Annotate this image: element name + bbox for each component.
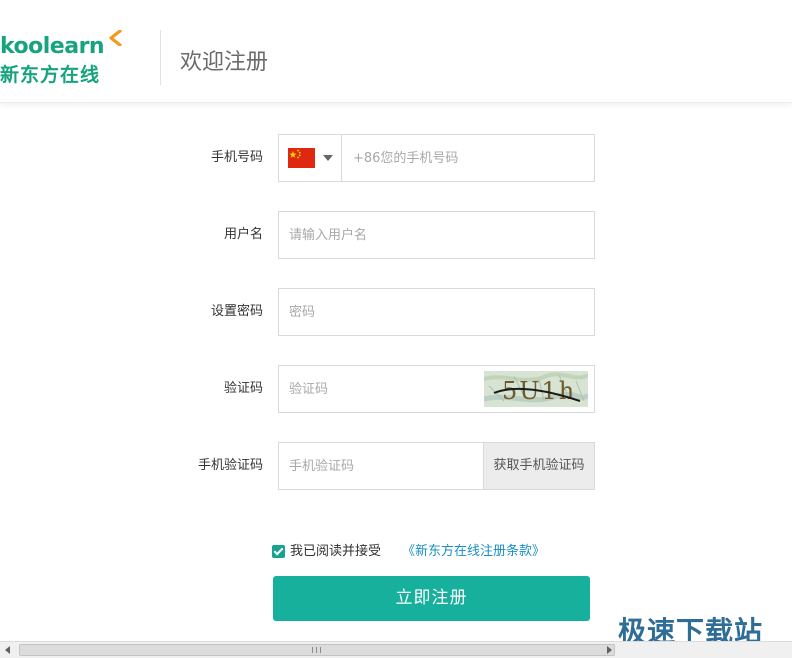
captcha-field: 5U1h — [278, 365, 595, 413]
password-row: 设置密码 — [0, 288, 792, 336]
get-sms-code-button[interactable]: 获取手机验证码 — [483, 443, 594, 489]
sms-label: 手机验证码 — [197, 458, 263, 473]
header-divider — [160, 30, 161, 85]
captcha-row: 验证码 5U1h — [0, 365, 792, 413]
sms-code-input[interactable] — [289, 443, 479, 489]
sms-field: 获取手机验证码 — [278, 442, 595, 490]
password-field — [278, 288, 595, 336]
scroll-left-arrow-icon[interactable] — [0, 642, 17, 658]
username-input[interactable] — [289, 212, 589, 258]
password-input[interactable] — [289, 289, 589, 335]
username-row: 用户名 — [0, 211, 792, 259]
scrollbar-grip-icon — [312, 647, 321, 653]
page-header: koolearn 新东方在线 欢迎注册 — [0, 0, 792, 103]
agreement-checkbox[interactable] — [272, 545, 285, 558]
scroll-right-arrow-icon[interactable] — [600, 642, 617, 658]
registration-page: koolearn 新东方在线 欢迎注册 手机号码 +86您的手机号码 用户名 请… — [0, 0, 792, 658]
username-field — [278, 211, 595, 259]
sms-row: 手机验证码 获取手机验证码 — [0, 442, 792, 490]
country-code-selector[interactable] — [279, 135, 342, 181]
horizontal-scrollbar[interactable] — [0, 641, 792, 658]
captcha-image[interactable]: 5U1h — [484, 371, 588, 407]
agreement-text: 我已阅读并接受 — [290, 544, 382, 559]
scrollbar-thumb[interactable] — [19, 644, 615, 656]
china-flag-icon — [288, 148, 315, 168]
koolearn-logo[interactable]: koolearn 新东方在线 — [0, 30, 125, 90]
password-label: 设置密码 — [210, 304, 263, 319]
logo-text-cn: 新东方在线 — [0, 64, 101, 86]
phone-row: 手机号码 — [0, 134, 792, 182]
terms-link[interactable]: 《新东方在线注册条款》 — [402, 543, 545, 561]
captcha-label: 验证码 — [223, 381, 263, 396]
phone-label: 手机号码 — [210, 150, 263, 165]
logo-chevron-icon — [109, 30, 122, 46]
page-title: 欢迎注册 — [180, 50, 269, 75]
logo-text-en: koolearn — [0, 34, 105, 59]
chevron-down-icon — [323, 155, 333, 161]
register-button[interactable]: 立即注册 — [273, 576, 590, 621]
phone-input[interactable] — [353, 135, 589, 181]
captcha-input[interactable] — [289, 366, 479, 412]
username-label: 用户名 — [223, 227, 263, 242]
phone-field — [278, 134, 595, 182]
